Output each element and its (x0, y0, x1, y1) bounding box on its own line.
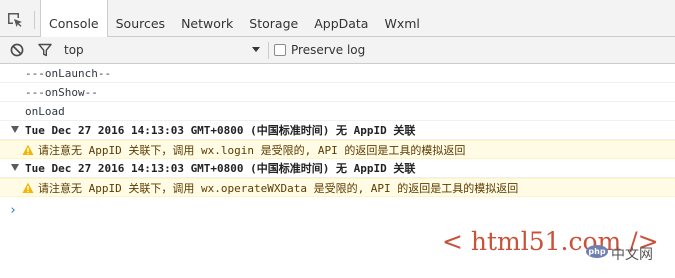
toolbar-divider (268, 42, 269, 59)
tab-network[interactable]: Network (173, 0, 241, 36)
devtools-tab-bar: Console Sources Network Storage AppData … (0, 0, 675, 37)
context-selector[interactable]: top (62, 40, 264, 60)
panel-tabs: Console Sources Network Storage AppData … (40, 0, 428, 37)
console-log-message: ---onShow-- (0, 83, 675, 102)
message-text: Tue Dec 27 2016 14:13:03 GMT+0800 (中国标准时… (25, 124, 416, 137)
console-prompt-icon: › (9, 203, 17, 218)
console-prompt-line[interactable]: › (0, 197, 675, 218)
inspect-element-icon[interactable] (7, 12, 23, 28)
clear-console-icon[interactable] (10, 43, 24, 57)
preserve-log-checkbox[interactable] (274, 44, 286, 56)
watermark-cn-text: 中文网 (611, 247, 653, 263)
tab-wxml[interactable]: Wxml (376, 0, 427, 36)
console-group-header[interactable]: Tue Dec 27 2016 14:13:03 GMT+0800 (中国标准时… (0, 159, 675, 178)
expand-triangle-icon[interactable] (11, 126, 19, 133)
message-text: Tue Dec 27 2016 14:13:03 GMT+0800 (中国标准时… (25, 162, 416, 175)
console-warning-message: 请注意无 AppID 关联下，调用 wx.login 是受限的, API 的返回… (0, 140, 675, 159)
message-text: ---onLaunch-- (25, 67, 112, 80)
tab-sources[interactable]: Sources (108, 0, 173, 36)
console-messages: ---onLaunch-- ---onShow-- onLoad Tue Dec… (0, 64, 675, 218)
preserve-log-label[interactable]: Preserve log (291, 43, 365, 57)
message-text: ---onShow-- (25, 86, 98, 99)
warning-icon (22, 182, 34, 193)
tab-storage[interactable]: Storage (241, 0, 306, 36)
console-warning-message: 请注意无 AppID 关联下，调用 wx.operateWXData 是受限的,… (0, 178, 675, 197)
dropdown-arrow-icon (252, 47, 260, 52)
warning-icon (22, 144, 34, 155)
message-text: onLoad (25, 105, 65, 118)
console-group-header[interactable]: Tue Dec 27 2016 14:13:03 GMT+0800 (中国标准时… (0, 121, 675, 140)
watermark-php-badge: php (586, 245, 608, 258)
tab-console[interactable]: Console (40, 0, 108, 37)
context-value: top (64, 43, 84, 57)
console-log-message: onLoad (0, 102, 675, 121)
toolbar-divider (34, 11, 35, 29)
message-text: 请注意无 AppID 关联下，调用 wx.login 是受限的, API 的返回… (38, 144, 466, 157)
message-text: 请注意无 AppID 关联下，调用 wx.operateWXData 是受限的,… (38, 182, 519, 195)
expand-triangle-icon[interactable] (11, 164, 19, 171)
tab-appdata[interactable]: AppData (306, 0, 376, 36)
console-log-message: ---onLaunch-- (0, 64, 675, 83)
filter-icon[interactable] (38, 43, 52, 57)
console-toolbar: top Preserve log (0, 37, 675, 64)
